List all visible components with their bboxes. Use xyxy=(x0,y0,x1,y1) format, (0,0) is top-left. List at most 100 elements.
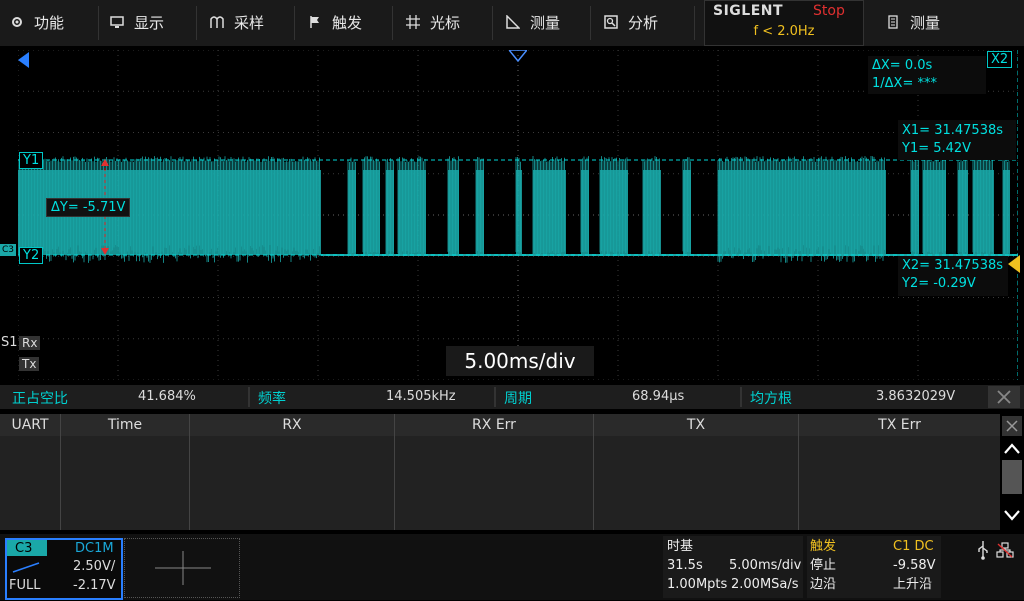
delta-x-readout: ΔX= 0.0s xyxy=(872,58,933,73)
trigger-frequency: f < 2.0Hz xyxy=(753,24,815,39)
trigger-label: 触发 xyxy=(810,539,837,554)
measure-close-button[interactable] xyxy=(988,386,1020,408)
bottom-status-bar: C3 DC1M 2.50V/ FULL -2.17V 时基 31.5s 5.00… xyxy=(0,534,1024,600)
close-icon xyxy=(1006,420,1018,432)
y2-readout: Y2= -0.29V xyxy=(902,276,976,291)
cursor-cross-icon xyxy=(406,15,420,29)
menu-display[interactable]: 显示 xyxy=(110,0,164,44)
table-header-uart: UART xyxy=(0,414,60,436)
cursor-x2-marker[interactable] xyxy=(1008,255,1020,273)
x1-panel: X1= 31.47538s Y1= 5.42V xyxy=(898,120,1016,160)
measure-freq-label: 频率 xyxy=(258,391,286,407)
decode-table[interactable]: UART Time RX RX Err TX TX Err xyxy=(0,414,1000,530)
trigger-level: -9.58V xyxy=(893,558,936,573)
probe-slope-icon xyxy=(12,562,40,573)
trigger-mode: 停止 xyxy=(810,558,837,573)
channel-marker[interactable]: C3 xyxy=(0,244,16,256)
menu-cursors[interactable]: 光标 xyxy=(406,0,460,44)
menu-divider xyxy=(392,6,393,40)
analyze-icon xyxy=(604,15,618,29)
menu-divider xyxy=(590,6,591,40)
menu-measure-right[interactable]: 测量 xyxy=(886,0,940,44)
table-header-rx: RX xyxy=(190,414,394,436)
inverse-delta-x-readout: 1/ΔX= *** xyxy=(872,76,937,91)
monitor-icon xyxy=(110,15,124,29)
horizontal-position-marker[interactable] xyxy=(18,52,30,68)
trigger-source: C1 DC xyxy=(893,539,934,554)
serial-rx-label: Rx xyxy=(19,336,41,350)
channel-offset: -2.17V xyxy=(73,578,116,593)
measure-freq-value: 14.505kHz xyxy=(386,389,456,404)
run-status[interactable]: Stop xyxy=(813,3,845,19)
timebase-per-div: 5.00ms/div xyxy=(729,558,802,573)
menu-divider xyxy=(694,6,695,40)
menu-acquire-label: 采样 xyxy=(234,13,265,32)
trigger-slope: 上升沿 xyxy=(893,577,933,592)
delta-y-readout: ΔY= -5.71V xyxy=(46,198,131,217)
menu-measure[interactable]: 测量 xyxy=(506,0,560,44)
cursor-y2-label[interactable]: Y2 xyxy=(19,247,44,264)
status-panel: SIGLENT Stop f < 2.0Hz xyxy=(704,0,864,46)
cursor-y1-label[interactable]: Y1 xyxy=(19,152,44,169)
network-icon xyxy=(996,542,1014,558)
close-icon xyxy=(997,390,1011,404)
delta-x-panel: ΔX= 0.0s 1/ΔX= *** xyxy=(868,56,986,94)
measure-duty-value: 41.684% xyxy=(138,389,196,404)
channel-name: C3 xyxy=(15,541,33,556)
table-scroll-down-button[interactable] xyxy=(1002,506,1022,524)
table-header-tx: TX xyxy=(594,414,798,436)
timebase-label: 时基 xyxy=(667,539,694,554)
siglent-logo: SIGLENT xyxy=(713,3,784,19)
timebase-panel[interactable]: 时基 31.5s 5.00ms/div 1.00Mpts 2.00MSa/s xyxy=(663,536,803,598)
channel-bandwidth: FULL xyxy=(9,578,41,593)
sample-rate: 2.00MSa/s xyxy=(731,577,799,592)
menu-trigger[interactable]: 触发 xyxy=(308,0,362,44)
measure-period-value: 68.94µs xyxy=(632,389,685,404)
table-scroll-up-button[interactable] xyxy=(1002,440,1022,458)
flag-icon xyxy=(308,15,322,29)
add-channel-slot[interactable] xyxy=(124,538,240,598)
menu-measure-label: 测量 xyxy=(530,13,561,32)
menu-divider xyxy=(492,6,493,40)
trace-burst xyxy=(363,170,380,255)
menu-function-label: 功能 xyxy=(34,13,65,32)
waveform-display[interactable] xyxy=(18,50,1018,380)
trigger-position-marker[interactable] xyxy=(509,50,527,62)
menu-analyze-label: 分析 xyxy=(628,13,659,32)
table-column-divider xyxy=(593,414,594,530)
measure-divider xyxy=(494,387,496,407)
menu-cursors-label: 光标 xyxy=(430,13,461,32)
serial-tx-label: Tx xyxy=(19,357,40,371)
table-scrollbar-thumb[interactable] xyxy=(1002,460,1022,494)
memory-depth: 1.00Mpts xyxy=(667,577,728,592)
menu-divider xyxy=(196,6,197,40)
table-close-button[interactable] xyxy=(1002,416,1022,436)
menu-trigger-label: 触发 xyxy=(332,13,363,32)
cursor-x2-label[interactable]: X2 xyxy=(987,51,1013,68)
top-menu-bar: 功能 显示 采样 触发 光标 测量 分析 SIGLENT Stop f < 2.… xyxy=(0,0,1024,46)
table-header-time: Time xyxy=(61,414,189,436)
timebase-overlay: 5.00ms/div xyxy=(446,346,594,376)
usb-icon xyxy=(978,541,988,560)
x2-readout: X2= 31.47538s xyxy=(902,258,1004,273)
serial-bus-label: S1 xyxy=(1,335,18,350)
ruler-icon xyxy=(506,14,521,29)
menu-acquire[interactable]: 采样 xyxy=(210,0,264,44)
document-icon xyxy=(886,15,900,29)
x1-readout: X1= 31.47538s xyxy=(902,123,1004,138)
sample-icon xyxy=(210,15,224,29)
channel3-panel[interactable]: C3 DC1M 2.50V/ FULL -2.17V xyxy=(5,538,123,600)
menu-analyze[interactable]: 分析 xyxy=(604,0,658,44)
table-column-divider xyxy=(189,414,190,530)
menu-divider xyxy=(98,6,99,40)
menu-function[interactable]: 功能 xyxy=(10,0,64,44)
measure-rms-value: 3.8632029V xyxy=(876,389,956,404)
trigger-panel[interactable]: 触发 C1 DC 停止 -9.58V 边沿 上升沿 xyxy=(807,536,941,598)
table-column-divider xyxy=(798,414,799,530)
trigger-type: 边沿 xyxy=(810,577,837,592)
y1-readout: Y1= 5.42V xyxy=(902,141,972,156)
chevron-up-icon xyxy=(1004,443,1020,454)
measure-divider xyxy=(740,387,742,407)
table-column-divider xyxy=(60,414,61,530)
menu-display-label: 显示 xyxy=(134,13,165,32)
